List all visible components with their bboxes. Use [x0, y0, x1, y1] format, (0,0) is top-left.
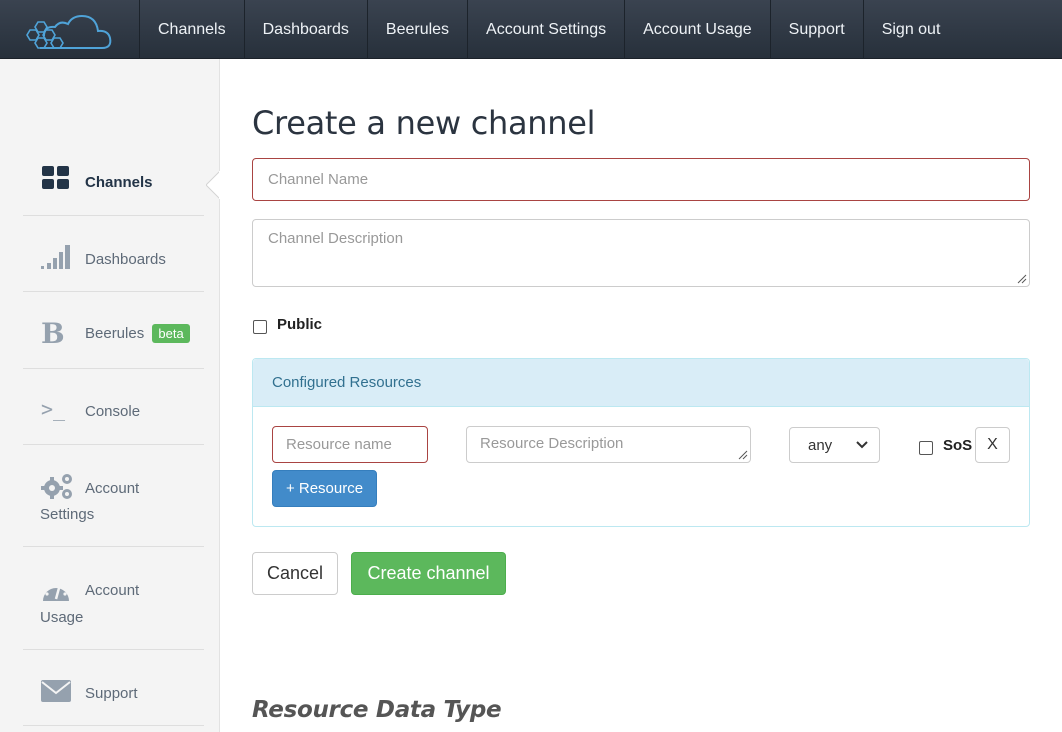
- sidebar-item-label: Console: [85, 403, 141, 420]
- create-channel-button[interactable]: Create channel: [351, 552, 506, 595]
- sidebar-item-support[interactable]: Support: [23, 650, 204, 726]
- channel-name-input[interactable]: Channel Name: [252, 158, 1030, 201]
- add-resource-button[interactable]: + Resource: [272, 470, 377, 507]
- nav-account-settings[interactable]: Account Settings: [468, 0, 626, 59]
- sidebar-item-channels[interactable]: Channels: [23, 156, 204, 216]
- brand-logo[interactable]: [0, 0, 140, 59]
- resize-handle-icon[interactable]: [738, 450, 748, 460]
- gears-icon: [41, 474, 72, 499]
- sidebar-item-beerules[interactable]: B Beerules beta: [23, 292, 204, 369]
- sidebar-item-account-settings[interactable]: Account Settings: [23, 445, 204, 547]
- speedometer-icon: [43, 581, 69, 601]
- sidebar-item-label-group: Beerules beta: [85, 324, 190, 343]
- cancel-button[interactable]: Cancel: [252, 552, 338, 595]
- sos-checkbox[interactable]: [919, 441, 933, 455]
- configured-resources-header: Configured Resources: [253, 359, 1029, 407]
- sidebar-item-label: Channels: [85, 174, 153, 191]
- resource-type-select[interactable]: any: [789, 427, 880, 463]
- nav-dashboards[interactable]: Dashboards: [245, 0, 368, 59]
- active-item-caret-icon: [206, 171, 220, 199]
- sidebar-item-label: Account: [85, 582, 140, 599]
- resource-description-textarea[interactable]: Resource Description: [466, 426, 751, 463]
- remove-resource-button[interactable]: X: [975, 427, 1010, 463]
- sidebar-item-account-usage[interactable]: Account Usage: [23, 547, 204, 650]
- public-checkbox[interactable]: [253, 320, 267, 334]
- resource-name-placeholder: Resource name: [286, 436, 392, 453]
- cloud-hexagon-logo-icon: [26, 14, 112, 49]
- beta-badge: beta: [152, 324, 190, 343]
- channel-description-placeholder: Channel Description: [268, 230, 404, 247]
- sidebar-item-label: Dashboards: [85, 251, 166, 268]
- nav-channels[interactable]: Channels: [140, 0, 245, 59]
- sos-label: SoS: [943, 437, 973, 454]
- sidebar: Channels Dashboards B Beerules beta >_ C…: [0, 59, 220, 732]
- nav-support[interactable]: Support: [771, 0, 864, 59]
- resource-data-type-heading: Resource Data Type: [252, 697, 502, 723]
- sidebar-item-label: Support: [85, 685, 138, 702]
- sidebar-item-label-line2: Settings: [40, 506, 95, 523]
- beerules-b-icon: B: [41, 317, 65, 350]
- resize-handle-icon[interactable]: [1017, 274, 1027, 284]
- sidebar-item-label: Beerules: [85, 325, 145, 342]
- resource-type-value: any: [808, 436, 833, 454]
- chevron-down-icon: [856, 441, 868, 449]
- top-navbar: Channels Dashboards Beerules Account Set…: [0, 0, 1062, 59]
- terminal-icon: >_: [41, 397, 66, 421]
- resource-description-placeholder: Resource Description: [480, 435, 624, 452]
- signal-bars-icon: [41, 245, 70, 269]
- envelope-icon: [41, 680, 71, 702]
- panel-title: Configured Resources: [272, 374, 422, 391]
- page-title: Create a new channel: [252, 104, 596, 142]
- sidebar-item-label-line2: Usage: [40, 609, 84, 626]
- channel-description-textarea[interactable]: Channel Description: [252, 219, 1030, 287]
- resource-name-input[interactable]: Resource name: [272, 426, 428, 463]
- nav-sign-out[interactable]: Sign out: [864, 0, 959, 59]
- sidebar-item-console[interactable]: >_ Console: [23, 369, 204, 445]
- channel-name-placeholder: Channel Name: [268, 171, 369, 188]
- sidebar-item-label: Account: [85, 480, 140, 497]
- nav-beerules[interactable]: Beerules: [368, 0, 469, 59]
- grid-icon: [42, 166, 69, 189]
- sidebar-item-dashboards[interactable]: Dashboards: [23, 216, 204, 292]
- nav-account-usage[interactable]: Account Usage: [625, 0, 771, 59]
- public-label: Public: [277, 316, 323, 333]
